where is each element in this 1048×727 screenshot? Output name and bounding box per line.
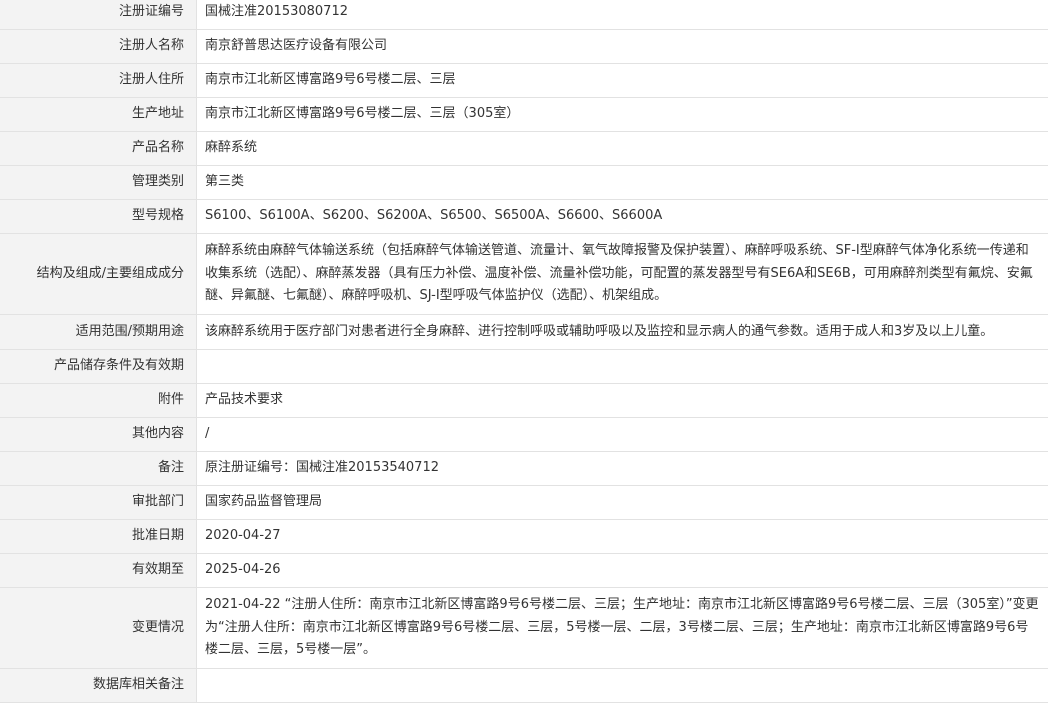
table-row-remarks: 备注 原注册证编号：国械注准20153540712 [0, 451, 1048, 486]
field-value: / [196, 417, 1048, 452]
table-row-registrant-address: 注册人住所 南京市江北新区博富路9号6号楼二层、三层 [0, 63, 1048, 98]
field-value: 南京市江北新区博富路9号6号楼二层、三层（305室） [196, 97, 1048, 132]
table-row-other-content: 其他内容 / [0, 417, 1048, 452]
table-row-structure-composition: 结构及组成/主要组成成分 麻醉系统由麻醉气体输送系统（包括麻醉气体输送管道、流量… [0, 233, 1048, 315]
table-row-storage-conditions: 产品储存条件及有效期 [0, 349, 1048, 384]
field-value: 2021-04-22 “注册人住所：南京市江北新区博富路9号6号楼二层、三层；生… [196, 587, 1048, 669]
field-value: 南京舒普思达医疗设备有限公司 [196, 29, 1048, 64]
field-label: 注册证编号 [0, 0, 197, 30]
table-row-change-history: 变更情况 2021-04-22 “注册人住所：南京市江北新区博富路9号6号楼二层… [0, 587, 1048, 669]
field-value: 麻醉系统 [196, 131, 1048, 166]
field-label: 适用范围/预期用途 [0, 313, 197, 350]
table-row-model-spec: 型号规格 S6100、S6100A、S6200、S6200A、S6500、S65… [0, 199, 1048, 234]
field-label: 审批部门 [0, 485, 197, 520]
table-row-product-name: 产品名称 麻醉系统 [0, 131, 1048, 166]
field-value: 国家药品监督管理局 [196, 485, 1048, 520]
field-label: 数据库相关备注 [0, 667, 197, 703]
field-value: 国械注准20153080712 [196, 0, 1048, 30]
field-value: 2020-04-27 [196, 519, 1048, 554]
table-row-registrant-name: 注册人名称 南京舒普思达医疗设备有限公司 [0, 29, 1048, 64]
table-row-attachments: 附件 产品技术要求 [0, 383, 1048, 418]
field-label: 备注 [0, 451, 197, 486]
field-label: 批准日期 [0, 519, 197, 554]
field-label: 有效期至 [0, 553, 197, 588]
field-value: 该麻醉系统用于医疗部门对患者进行全身麻醉、进行控制呼吸或辅助呼吸以及监控和显示病… [196, 313, 1048, 350]
table-row-production-address: 生产地址 南京市江北新区博富路9号6号楼二层、三层（305室） [0, 97, 1048, 132]
table-row-valid-until: 有效期至 2025-04-26 [0, 553, 1048, 588]
table-row-database-remarks: 数据库相关备注 [0, 667, 1048, 703]
field-label: 结构及组成/主要组成成分 [0, 233, 197, 315]
field-label: 注册人住所 [0, 63, 197, 98]
table-row-management-category: 管理类别 第三类 [0, 165, 1048, 200]
registration-detail-table: 注册证编号 国械注准20153080712 注册人名称 南京舒普思达医疗设备有限… [0, 0, 1048, 703]
field-label: 产品名称 [0, 131, 197, 166]
table-row-registration-number: 注册证编号 国械注准20153080712 [0, 0, 1048, 30]
field-value: 第三类 [196, 165, 1048, 200]
field-label: 注册人名称 [0, 29, 197, 64]
field-value: 麻醉系统由麻醉气体输送系统（包括麻醉气体输送管道、流量计、氧气故障报警及保护装置… [196, 233, 1048, 315]
field-value: 2025-04-26 [196, 553, 1048, 588]
field-label: 产品储存条件及有效期 [0, 349, 197, 384]
field-label: 变更情况 [0, 587, 197, 669]
field-value [196, 667, 1048, 703]
field-value [196, 349, 1048, 384]
table-row-approval-department: 审批部门 国家药品监督管理局 [0, 485, 1048, 520]
field-label: 其他内容 [0, 417, 197, 452]
field-label: 附件 [0, 383, 197, 418]
field-label: 生产地址 [0, 97, 197, 132]
field-label: 管理类别 [0, 165, 197, 200]
field-value: S6100、S6100A、S6200、S6200A、S6500、S6500A、S… [196, 199, 1048, 234]
table-row-approval-date: 批准日期 2020-04-27 [0, 519, 1048, 554]
field-value: 原注册证编号：国械注准20153540712 [196, 451, 1048, 486]
table-row-intended-use: 适用范围/预期用途 该麻醉系统用于医疗部门对患者进行全身麻醉、进行控制呼吸或辅助… [0, 313, 1048, 350]
field-label: 型号规格 [0, 199, 197, 234]
field-value: 南京市江北新区博富路9号6号楼二层、三层 [196, 63, 1048, 98]
field-value: 产品技术要求 [196, 383, 1048, 418]
